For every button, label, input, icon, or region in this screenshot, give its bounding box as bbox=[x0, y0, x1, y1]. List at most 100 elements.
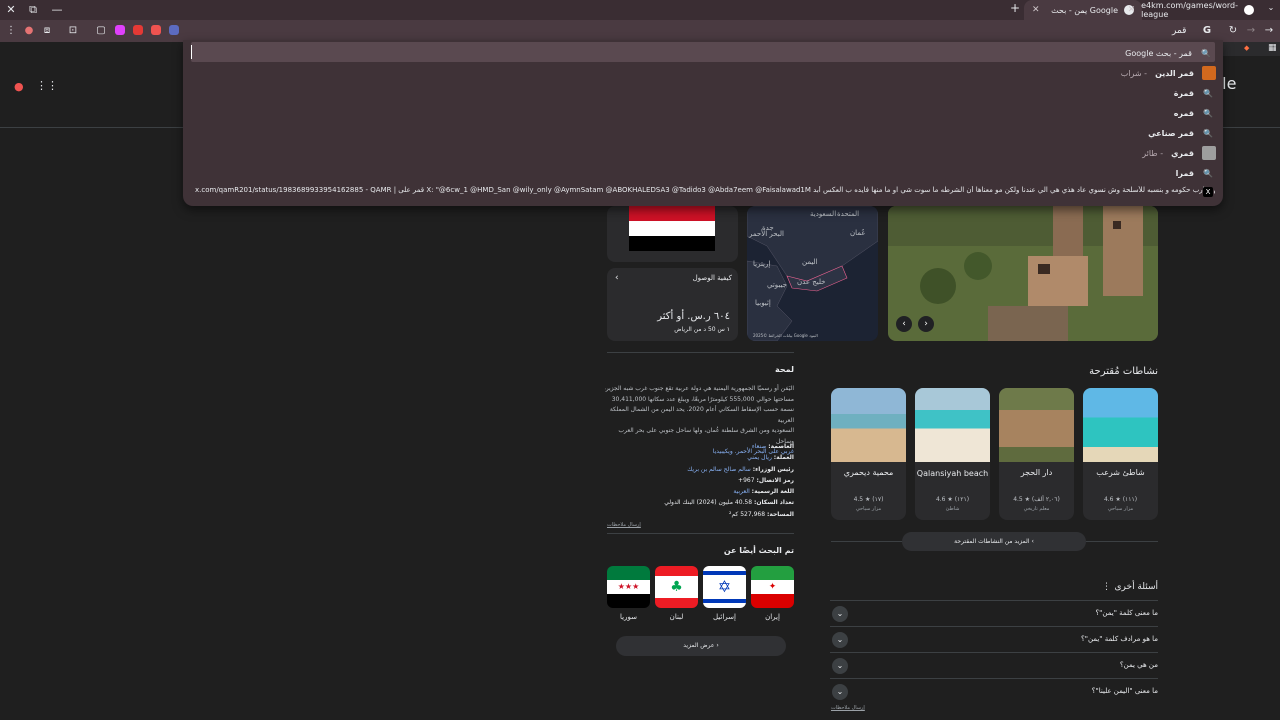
overview-line: اليَمَن أو رسميًا الجمهورية اليمنية هي د… bbox=[605, 385, 794, 392]
next-photo-icon[interactable]: › bbox=[918, 316, 934, 332]
faq-item[interactable]: ⌄ ما هو مرادف كلمة "يمن"؟ bbox=[830, 626, 1158, 652]
flag-iran[interactable]: ✦ bbox=[751, 566, 794, 608]
overview-line: نسمة حسب الإسقاط السكاني أعام 2020. يحد … bbox=[609, 406, 794, 424]
reload-icon[interactable]: ↻ bbox=[1226, 24, 1240, 38]
prev-photo-icon[interactable]: ‹ bbox=[896, 316, 912, 332]
faq-item[interactable]: ⌄ ما معنى كلمة "يمن"؟ bbox=[830, 600, 1158, 626]
activity-rating: 4.6 ★ (١١١) bbox=[1103, 496, 1138, 503]
restore-window-icon[interactable]: ⧉ bbox=[26, 3, 40, 17]
activity-card[interactable]: Qalansiyah beach 4.6 ★ (١٢١) شاطئ bbox=[915, 388, 990, 520]
suggestion-search-query[interactable]: 🔍 قمر - بحث Google bbox=[1125, 45, 1212, 61]
flag-label[interactable]: إيران bbox=[751, 613, 794, 621]
site-favicon-icon bbox=[1244, 5, 1254, 15]
also-search-heading: تم البحث أيضًا عن bbox=[723, 546, 794, 555]
overview-heading: لمحة bbox=[775, 365, 794, 374]
suggestion-bold: قمرة bbox=[1173, 88, 1194, 98]
place-photo[interactable]: ‹ › bbox=[888, 206, 1158, 341]
chevron-down-icon[interactable]: ⌄ bbox=[832, 684, 848, 700]
tab-word-league[interactable]: ✕ e4km.com/games/word-league bbox=[1128, 0, 1262, 20]
new-tab-button[interactable]: + bbox=[1008, 1, 1022, 15]
fact-key: العاصمة: bbox=[768, 443, 794, 450]
fact-value: 527,968 كم² bbox=[729, 510, 766, 518]
map-label: المتحدة bbox=[837, 210, 860, 218]
activity-name: محمية ديحمري bbox=[843, 468, 894, 477]
others-ask-heading: أسئلة أخرى bbox=[1114, 582, 1159, 592]
profile-icon[interactable]: ● bbox=[22, 24, 36, 38]
fact-value[interactable]: ريال يمني bbox=[747, 454, 772, 461]
suggestion-item[interactable]: قمر الدين - شراب bbox=[1121, 65, 1216, 81]
fact-value[interactable]: العربية bbox=[733, 488, 749, 495]
travel-card-title: كيفية الوصول bbox=[692, 274, 732, 282]
suggestion-rest: - طائر bbox=[1142, 148, 1164, 158]
faq-item[interactable]: ⌄ من هي يمن؟ bbox=[830, 652, 1158, 678]
flag-card[interactable] bbox=[607, 206, 738, 262]
travel-chevron-icon[interactable]: ‹ bbox=[615, 273, 619, 283]
fact-value: 967+ bbox=[738, 476, 755, 484]
apps-grid-icon[interactable]: ⋮⋮ bbox=[36, 79, 58, 92]
back-icon[interactable]: → bbox=[1262, 24, 1276, 38]
activity-type: مزار سياحي bbox=[855, 506, 882, 512]
travel-card[interactable]: كيفية الوصول ‹ ٦٠٤ ر.س. أو أكثر ١ س 50 د… bbox=[607, 268, 738, 341]
screenshot-icon[interactable]: ⊡ bbox=[66, 24, 80, 38]
extension-translate-icon[interactable] bbox=[169, 25, 179, 35]
activity-card[interactable]: شاطئ شرعب 4.6 ★ (١١١) مزار سياحي bbox=[1083, 388, 1158, 520]
faq-question: ما معنى "اليمن علينا"؟ bbox=[1091, 687, 1158, 695]
more-activities-button[interactable]: المزيد من النشاطات المقترحة ‹ bbox=[902, 532, 1086, 551]
activity-card[interactable]: دار الحجر 4.5 ★ (٢,٠٦ ألف) معلم تاريخي bbox=[999, 388, 1074, 520]
omnibox-input-row[interactable] bbox=[191, 42, 1215, 62]
close-tab-icon[interactable]: ✕ bbox=[1128, 5, 1136, 15]
tab-bar: ✕ ⧉ — + ✕ يمن - بحث Google ✕ e4km.com/ga… bbox=[0, 0, 1280, 20]
extension-video-icon[interactable] bbox=[151, 25, 161, 35]
map-label: إريتريا bbox=[753, 260, 771, 268]
suggestion-item[interactable]: 🔍 قمرة bbox=[1174, 85, 1214, 101]
map-card[interactable]: السعودية المتحدة عُمان جدة اليمن إريتريا… bbox=[747, 206, 878, 341]
extension-pink-icon[interactable] bbox=[115, 25, 125, 35]
forward-icon[interactable]: → bbox=[1244, 24, 1258, 38]
fact-value[interactable]: صنعاء bbox=[752, 443, 766, 450]
suggestion-item[interactable]: قمري - طائر bbox=[1142, 145, 1216, 161]
apps-icon[interactable]: ▦ bbox=[1268, 43, 1277, 53]
suggestion-item[interactable]: 🔍 قمرا bbox=[1176, 165, 1214, 181]
overview-feedback-link[interactable]: إرسال ملاحظات bbox=[607, 522, 641, 528]
chevron-down-icon[interactable]: ⌄ bbox=[832, 606, 848, 622]
account-avatar-icon[interactable]: ● bbox=[14, 80, 24, 93]
activity-card[interactable]: محمية ديحمري 4.5 ★ (١٧) مزار سياحي bbox=[831, 388, 906, 520]
fact-row: رمز الاتصال: 967+ bbox=[640, 475, 794, 486]
flag-lebanon[interactable]: ♣ bbox=[655, 566, 698, 608]
fact-value[interactable]: سالم صالح سالم بن بريك bbox=[687, 466, 751, 473]
close-tab-icon[interactable]: ✕ bbox=[1032, 5, 1040, 15]
sidepanel-icon[interactable]: ▢ bbox=[94, 24, 108, 38]
flag-syria[interactable]: ★★★ bbox=[607, 566, 650, 608]
menu-dots-icon[interactable]: ⋮ bbox=[4, 24, 18, 38]
suggestion-bold: قمر صناعي bbox=[1148, 128, 1194, 138]
suggestion-x-post[interactable]: x.com/qamR201/status/1983689933954162885… bbox=[195, 186, 1215, 198]
divider bbox=[607, 352, 794, 353]
omnibox-query[interactable]: قمر bbox=[1172, 26, 1186, 36]
suggestion-item[interactable]: 🔍 قمر صناعي bbox=[1148, 125, 1214, 141]
search-icon: 🔍 bbox=[1203, 128, 1213, 138]
bookmark-icon[interactable]: ◆ bbox=[1244, 44, 1249, 52]
facts-list: العاصمة: صنعاء العملة: ريال يمني رئيس ال… bbox=[640, 441, 794, 520]
flag-label[interactable]: لبنان bbox=[655, 613, 698, 621]
chevron-down-icon[interactable]: ⌄ bbox=[832, 632, 848, 648]
flag-label[interactable]: سوريا bbox=[607, 613, 650, 621]
suggestion-x-text: x.com/qamR201/status/1983689933954162885… bbox=[195, 186, 1215, 194]
extension-red-icon[interactable] bbox=[133, 25, 143, 35]
activity-name: دار الحجر bbox=[1020, 468, 1053, 477]
more-options-icon[interactable]: ⋮ bbox=[1102, 582, 1111, 592]
flag-israel[interactable]: ✡ bbox=[703, 566, 746, 608]
suggestion-item[interactable]: 🔍 قمره bbox=[1174, 105, 1214, 121]
faq-feedback-link[interactable]: إرسال ملاحظات bbox=[831, 705, 865, 711]
tab-yemen-search[interactable]: ✕ يمن - بحث Google bbox=[1024, 0, 1142, 20]
show-more-button[interactable]: عرض المزيد › bbox=[616, 636, 786, 656]
map-footer: بيانات الخرائط ©2025 Google البنود bbox=[753, 333, 818, 338]
close-window-icon[interactable]: ✕ bbox=[4, 3, 18, 16]
tab-search-icon[interactable]: ⌄ bbox=[1264, 3, 1278, 12]
extensions-puzzle-icon[interactable]: ⧈ bbox=[40, 24, 54, 38]
faq-item[interactable]: ⌄ ما معنى "اليمن علينا"؟ bbox=[830, 678, 1158, 704]
chevron-down-icon[interactable]: ⌄ bbox=[832, 658, 848, 674]
fact-key: رمز الاتصال: bbox=[756, 476, 794, 484]
minimize-window-icon[interactable]: — bbox=[50, 3, 64, 16]
activity-type: شاطئ bbox=[945, 506, 960, 512]
flag-label[interactable]: إسرائيل bbox=[703, 613, 746, 621]
